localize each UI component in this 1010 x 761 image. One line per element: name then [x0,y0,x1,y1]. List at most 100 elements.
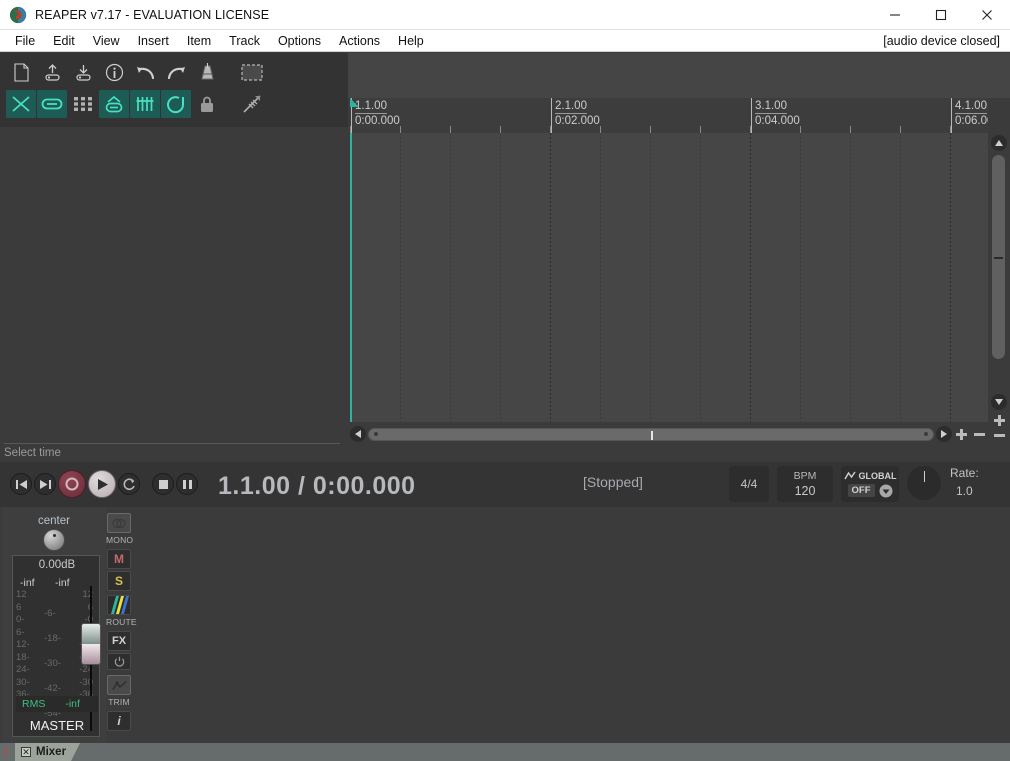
fx-bypass-button[interactable] [107,653,131,670]
chevron-down-icon[interactable] [879,484,893,498]
close-button[interactable] [964,0,1010,30]
ruler-tick [650,126,651,133]
save-project-icon[interactable] [68,58,98,86]
ripple-edit-icon[interactable] [37,90,67,118]
time-signature-button[interactable]: 4/4 [729,466,769,502]
scroll-left-icon[interactable] [350,426,366,442]
maximize-button[interactable] [918,0,964,30]
close-checkbox-icon[interactable]: ✕ [21,747,31,757]
menu-view[interactable]: View [84,31,129,51]
ruler-tick [850,126,851,133]
menu-insert[interactable]: Insert [129,31,178,51]
ruler-tick [700,126,701,133]
auto-crossfade-icon[interactable] [237,90,267,118]
playhead-marker-icon[interactable] [350,98,359,107]
menu-actions[interactable]: Actions [330,31,389,51]
horizontal-scroll-thumb[interactable] [368,427,934,441]
volume-db-value[interactable]: 0.00dB [13,559,101,571]
master-track-name[interactable]: MASTER [13,718,101,733]
transport-buttons [10,470,200,498]
vertical-scroll-thumb[interactable] [992,155,1005,359]
zoom-in-icon[interactable] [988,413,1010,428]
playrate-knob[interactable] [907,466,941,500]
scroll-up-icon[interactable] [991,135,1007,151]
rate-display[interactable]: Rate: 1.0 [950,466,979,498]
menu-track[interactable]: Track [220,31,269,51]
route-button[interactable] [107,595,131,615]
time-display[interactable]: 1.1.00 / 0:00.000 [218,472,416,501]
meter-scale-label: 0- [16,614,25,625]
ruler-tick [500,126,501,133]
mono-button[interactable] [107,513,131,533]
playhead-cursor[interactable] [350,133,352,422]
tab-mixer-label: Mixer [36,746,67,758]
timeline-ruler[interactable]: 1.1.00 0:00.000 2.1.00 0:02.000 3.1.00 0:04.0… [350,98,988,133]
reaper-logo-icon [9,6,27,23]
play-state-label: [Stopped] [583,474,643,490]
record-button[interactable] [58,470,86,498]
tab-mixer[interactable]: ✕ Mixer [15,743,80,761]
repeat-button[interactable] [118,473,140,495]
warning-icon[interactable]: ! [4,745,8,759]
meter-scale-label: 12- [16,639,30,650]
horizontal-zoom-out-icon[interactable] [970,427,988,442]
ruler-time: 0:04.000 [755,115,800,127]
metronome-icon[interactable] [192,58,222,86]
track-control-panel[interactable] [0,127,348,445]
menu-help[interactable]: Help [389,31,433,51]
go-to-start-button[interactable] [10,473,32,495]
menu-edit[interactable]: Edit [44,31,84,51]
panel-divider [4,443,340,444]
vertical-scrollbar[interactable] [988,133,1010,445]
horizontal-scrollbar[interactable] [350,425,988,443]
master-meter[interactable]: 0.00dB -inf -inf 1260-6-12-18-24-30-36-4… [12,555,101,737]
scroll-right-icon[interactable] [936,426,952,442]
zoom-out-icon[interactable] [988,428,1010,443]
menu-options[interactable]: Options [269,31,330,51]
meter-scale-label: 12 [16,589,27,600]
menu-item[interactable]: Item [178,31,220,51]
ruler-time: 0:06.000 [955,115,988,127]
info-button[interactable]: i [107,711,131,731]
global-automation-button[interactable]: GLOBAL OFF [841,466,899,502]
fx-button[interactable]: FX [107,631,131,651]
grid-lines-icon[interactable] [130,90,160,118]
minimize-button[interactable] [872,0,918,30]
arrange-grid[interactable] [350,133,988,422]
window-title: REAPER v7.17 - EVALUATION LICENSE [35,7,270,22]
audio-device-status: [audio device closed] [883,33,1000,48]
beat-gridline [850,133,851,422]
scroll-down-icon[interactable] [991,394,1007,410]
new-project-icon[interactable] [6,58,36,86]
menu-file[interactable]: File [6,31,44,51]
pan-knob[interactable] [43,529,65,551]
lock-icon[interactable] [192,90,222,118]
project-info-icon[interactable] [99,58,129,86]
undo-icon[interactable] [130,58,160,86]
crossfade-icon[interactable] [6,90,36,118]
measure-gridline [750,133,751,422]
play-button[interactable] [88,470,116,498]
redo-icon[interactable] [161,58,191,86]
horizontal-zoom-in-icon[interactable] [952,427,970,442]
go-to-end-button[interactable] [34,473,56,495]
menu-bar: File Edit View Insert Item Track Options… [0,30,1010,52]
time-signature-value: 4/4 [740,477,758,491]
beat-gridline [450,133,451,422]
stop-button[interactable] [152,473,174,495]
beat-gridline [400,133,401,422]
mute-button[interactable]: M [107,549,131,569]
pause-button[interactable] [176,473,198,495]
marquee-select-icon[interactable] [237,58,267,86]
bpm-button[interactable]: BPM 120 [777,466,833,502]
volume-fader-handle[interactable] [81,623,101,665]
grid-toggle-icon[interactable] [68,90,98,118]
snap-items-icon[interactable] [99,90,129,118]
solo-button[interactable]: S [107,571,131,591]
meter-scale-label: 18- [16,651,30,663]
loop-points-icon[interactable] [161,90,191,118]
trim-button[interactable] [107,675,131,695]
open-project-icon[interactable] [37,58,67,86]
beat-gridline [900,133,901,422]
ruler-tick [450,126,451,133]
